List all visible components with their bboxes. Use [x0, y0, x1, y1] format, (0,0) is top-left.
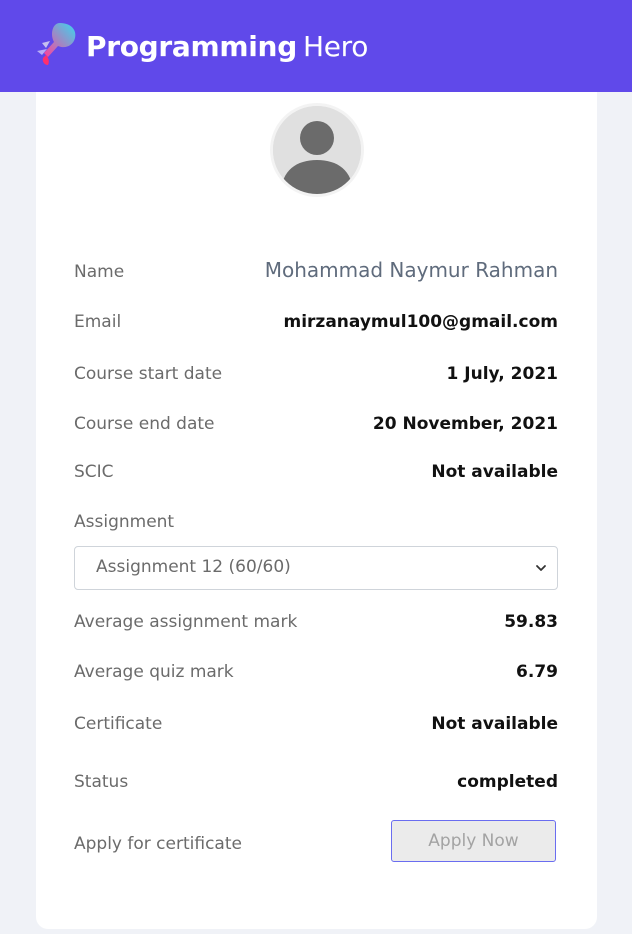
assignment-row: Assignment [74, 508, 558, 538]
top-navbar: Programming Hero [0, 0, 632, 92]
course-end-label: Course end date [74, 414, 215, 434]
brand-name[interactable]: Programming Hero [86, 30, 368, 63]
scic-row: SCIC Not available [74, 458, 558, 488]
user-avatar-icon [273, 106, 361, 194]
brand-name-light: Hero [302, 29, 369, 63]
avg-quiz-row: Average quiz mark 6.79 [74, 658, 558, 688]
apply-now-button[interactable]: Apply Now [391, 820, 556, 862]
avg-assignment-value: 59.83 [504, 612, 558, 632]
status-value: completed [457, 772, 558, 792]
email-value: mirzanaymul100@gmail.com [283, 312, 559, 332]
name-value: Mohammad Naymur Rahman [264, 258, 558, 282]
status-row: Status completed [74, 768, 558, 798]
assignment-selected-value: Assignment 12 (60/60) [96, 557, 291, 577]
scic-label: SCIC [74, 462, 114, 482]
name-row: Name Mohammad Naymur Rahman [74, 258, 558, 288]
certificate-value: Not available [431, 714, 558, 734]
status-label: Status [74, 772, 129, 792]
certificate-label: Certificate [74, 714, 163, 734]
course-start-value: 1 July, 2021 [446, 364, 558, 384]
course-end-row: Course end date 20 November, 2021 [74, 410, 558, 440]
course-start-label: Course start date [74, 364, 223, 384]
assignment-label: Assignment [74, 512, 175, 532]
rocket-logo-icon[interactable] [34, 21, 86, 71]
scic-value: Not available [431, 462, 558, 482]
name-label: Name [74, 262, 125, 282]
avg-assignment-label: Average assignment mark [74, 612, 298, 632]
course-end-value: 20 November, 2021 [372, 414, 558, 434]
email-row: Email mirzanaymul100@gmail.com [74, 308, 558, 338]
avg-quiz-value: 6.79 [516, 662, 558, 682]
avg-assignment-row: Average assignment mark 59.83 [74, 608, 558, 638]
assignment-select[interactable]: Assignment 12 (60/60) [74, 546, 558, 590]
email-label: Email [74, 312, 122, 332]
brand-name-bold: Programming [86, 29, 297, 63]
profile-card: Name Mohammad Naymur Rahman Email mirzan… [36, 92, 597, 929]
chevron-down-icon [536, 565, 546, 571]
certificate-row: Certificate Not available [74, 710, 558, 740]
avg-quiz-label: Average quiz mark [74, 662, 234, 682]
apply-label: Apply for certificate [74, 834, 242, 854]
course-start-row: Course start date 1 July, 2021 [74, 360, 558, 390]
